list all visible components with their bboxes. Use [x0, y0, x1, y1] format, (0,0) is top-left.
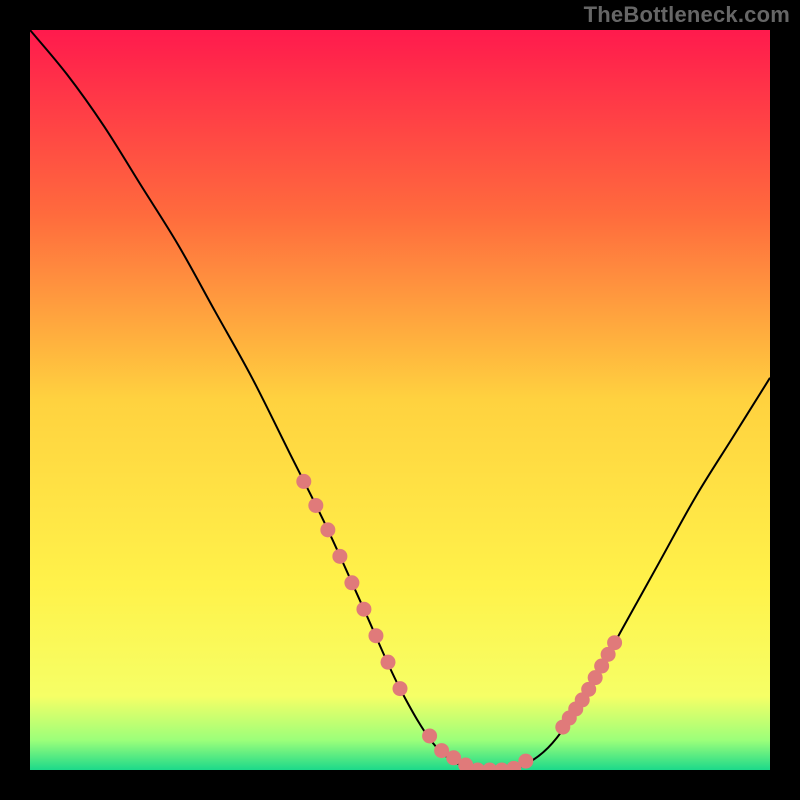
highlight-dot	[344, 575, 359, 590]
highlight-dot	[332, 549, 347, 564]
watermark-text: TheBottleneck.com	[584, 2, 790, 28]
highlight-dot	[308, 498, 323, 513]
highlight-dot	[368, 628, 383, 643]
highlight-dot	[296, 474, 311, 489]
highlight-dot	[458, 758, 473, 773]
chart-frame: TheBottleneck.com	[0, 0, 800, 800]
plot-background	[30, 30, 770, 770]
highlight-dot	[422, 728, 437, 743]
highlight-dot	[320, 522, 335, 537]
bottleneck-chart	[0, 0, 800, 800]
highlight-dot	[380, 655, 395, 670]
highlight-dot	[518, 754, 533, 769]
highlight-dot	[393, 681, 408, 696]
highlight-dot	[356, 602, 371, 617]
highlight-dot	[607, 635, 622, 650]
